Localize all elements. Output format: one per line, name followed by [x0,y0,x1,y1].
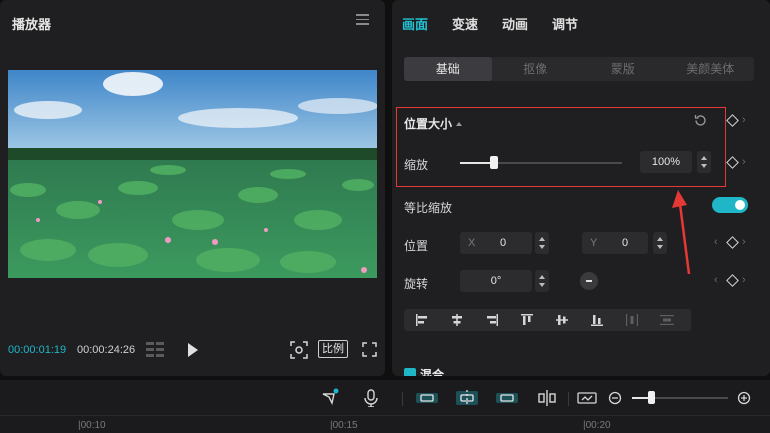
ruler-tick-label: |00:20 [583,420,611,431]
position-y-stepper[interactable] [653,232,667,254]
rotate-input[interactable]: 0° [460,270,532,292]
timeline-panel: |00:10 |00:15 |00:20 [0,380,770,433]
total-timecode: 00:00:24:26 [77,344,136,356]
rotate-label: 旋转 [404,277,429,291]
magic-wand-icon[interactable] [318,388,340,408]
y-label: Y [590,237,598,249]
ruler-tick-label: |00:15 [330,420,358,431]
timeline-ruler[interactable] [0,415,770,433]
magnet-snap-icon[interactable] [456,388,478,408]
chevron-left-icon[interactable]: ‹ [714,236,718,248]
property-tabs: 画面 变速 动画 调节 [402,14,602,33]
toolbar-divider [568,392,569,406]
current-timecode: 00:00:01:19 [8,344,67,356]
linkage-icon[interactable] [496,388,518,408]
properties-panel: 画面 变速 动画 调节 基础 抠像 蒙版 美颜美体 位置大小 › 缩放 100%… [392,0,770,376]
rotate-knob[interactable] [580,272,598,290]
menu-icon[interactable] [356,14,369,25]
player-title: 播放器 [12,17,52,32]
rotate-keyframe-icon[interactable] [726,274,739,287]
y-value: 0 [622,237,629,249]
chevron-right-icon[interactable]: › [742,236,746,248]
toolbar-divider [402,392,403,406]
player-panel: 播放器 00:00:01:19 00:00:24:26 比例 [0,0,385,376]
tab-picture[interactable]: 画面 [402,14,428,33]
link-main-track-icon[interactable] [416,388,438,408]
zoom-slider-thumb[interactable] [648,391,655,404]
zoom-out-icon[interactable] [604,388,626,408]
blend-checkbox[interactable] [404,368,416,376]
rotate-stepper[interactable] [535,270,549,292]
uniform-scale-toggle[interactable] [712,197,748,213]
zoom-in-icon[interactable] [733,388,755,408]
keyframe-diamond-icon[interactable] [726,114,739,127]
x-value: 0 [500,237,507,249]
scale-keyframe-icon[interactable] [726,156,739,169]
tab-speed[interactable]: 变速 [452,14,478,33]
position-label: 位置 [404,239,429,253]
uniform-scale-label: 等比缩放 [404,201,453,215]
chevron-left-icon[interactable]: ‹ [714,274,718,286]
subtab-beauty[interactable]: 美颜美体 [667,57,755,81]
align-bottom-icon[interactable] [579,309,614,331]
ratio-button[interactable]: 比例 [318,340,348,358]
subtab-basic[interactable]: 基础 [404,57,492,81]
highlight-arrow [672,190,691,275]
tab-animation[interactable]: 动画 [502,14,528,33]
chevron-right-icon[interactable]: › [742,114,746,126]
zoom-slider[interactable] [632,397,728,399]
position-y-input[interactable]: Y 0 [582,232,648,254]
align-right-icon[interactable] [474,309,509,331]
split-icon[interactable] [536,388,558,408]
subtab-cutout[interactable]: 抠像 [492,57,580,81]
position-x-stepper[interactable] [535,232,549,254]
position-x-input[interactable]: X 0 [460,232,532,254]
fullscreen-icon[interactable] [362,342,377,357]
distribute-v-icon[interactable] [649,309,684,331]
subtab-bar: 基础 抠像 蒙版 美颜美体 [404,57,754,81]
distribute-h-icon[interactable] [614,309,649,331]
align-left-icon[interactable] [404,309,439,331]
subtab-mask[interactable]: 蒙版 [579,57,667,81]
preview-axis-icon[interactable] [576,388,598,408]
tab-adjust[interactable]: 调节 [552,14,578,33]
align-center-h-icon[interactable] [439,309,474,331]
waveform-grid-icon[interactable] [146,342,166,357]
video-preview [8,70,377,278]
play-button[interactable] [188,343,198,357]
position-keyframe-icon[interactable] [726,236,739,249]
microphone-icon[interactable] [360,388,382,408]
highlight-box [396,107,726,187]
ruler-tick-label: |00:10 [78,420,106,431]
x-label: X [468,237,476,249]
blend-label: 混合 [420,368,445,376]
chevron-right-icon[interactable]: › [742,274,746,286]
chevron-right-icon[interactable]: › [742,156,746,168]
align-top-icon[interactable] [509,309,544,331]
align-toolbar [404,309,691,331]
align-center-v-icon[interactable] [544,309,579,331]
fit-screen-icon[interactable] [290,341,308,359]
